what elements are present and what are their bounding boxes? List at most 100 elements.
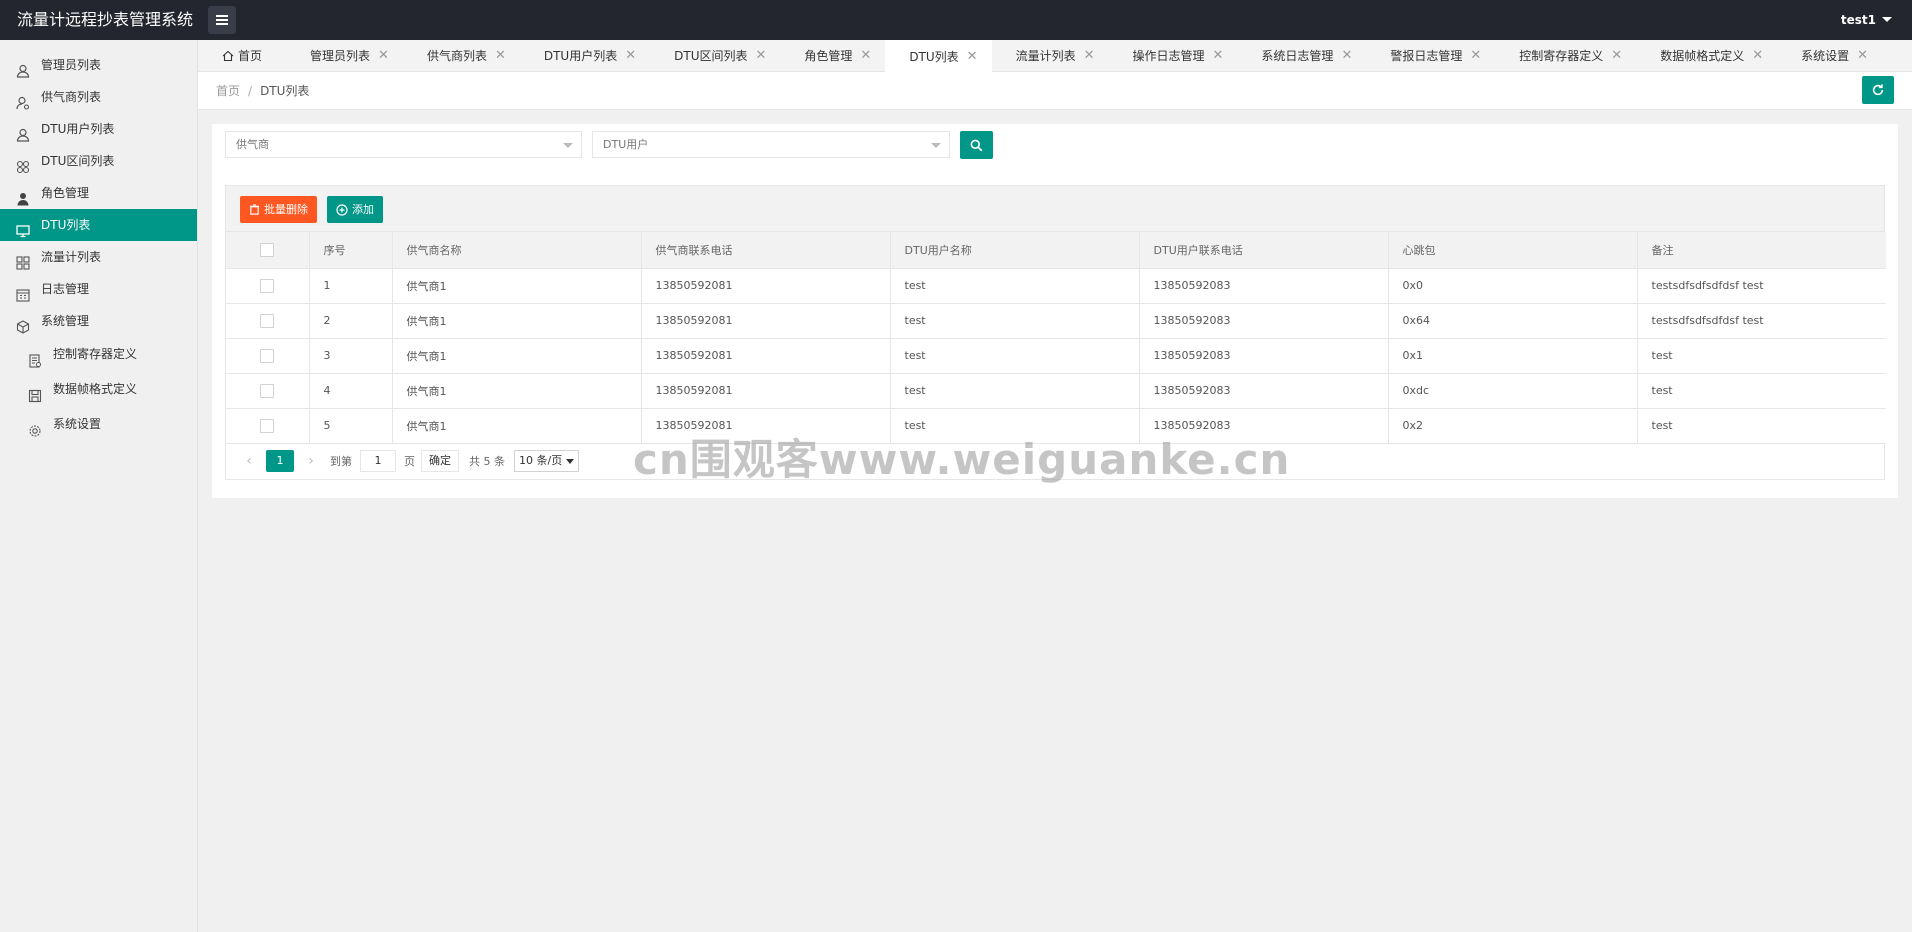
close-icon[interactable]: ✕ [967, 41, 978, 73]
row-checkbox[interactable] [260, 313, 275, 328]
close-icon[interactable]: ✕ [1470, 40, 1481, 72]
goto-page-input[interactable]: 1 [360, 450, 396, 472]
tab-label: 管理员列表 [310, 49, 371, 63]
user-menu[interactable]: test1 [1841, 0, 1892, 40]
refresh-button[interactable] [1862, 76, 1894, 104]
row-checkbox[interactable] [260, 278, 275, 293]
breadcrumb: 首页 / DTU列表 [216, 72, 309, 110]
batch-delete-button[interactable]: 批量删除 [240, 196, 317, 223]
sidebar-item-4[interactable]: 角色管理 [0, 177, 197, 209]
tab-1[interactable]: 管理员列表 ✕ [286, 40, 403, 72]
sidebar-item-11[interactable]: 系统设置 [0, 407, 197, 442]
sidebar-item-1[interactable]: 供气商列表 [0, 81, 197, 113]
table-row[interactable]: 4 供气商1 13850592081 test 13850592083 0xdc test [226, 373, 1886, 409]
row-checkbox[interactable] [260, 418, 275, 433]
sidebar-item-5[interactable]: DTU列表 [0, 209, 197, 241]
table-row[interactable]: 2 供气商1 13850592081 test 13850592083 0x64 tests… [226, 303, 1886, 339]
sidebar-item-10[interactable]: 数据帧格式定义 [0, 372, 197, 407]
table-cell: test [890, 338, 1140, 374]
close-icon[interactable]: ✕ [625, 40, 636, 72]
menu-toggle-button[interactable] [208, 6, 236, 34]
table-cell: 2 [309, 303, 393, 339]
table-cell: test [890, 268, 1140, 304]
sidebar-item-label: 流量计列表 [41, 250, 102, 264]
chevron-down-icon [563, 143, 573, 148]
tab-12[interactable]: 数据帧格式定义 ✕ [1636, 40, 1777, 72]
supplier-select[interactable]: 供气商 [225, 131, 582, 158]
table-cell: 0x2 [1388, 408, 1638, 444]
sidebar-item-2[interactable]: DTU用户列表 [0, 113, 197, 145]
tab-7[interactable]: 流量计列表 ✕ [992, 40, 1109, 72]
per-page-select[interactable]: 10 条/页 [514, 450, 580, 472]
sidebar-item-label: DTU用户列表 [41, 122, 115, 136]
tab-2[interactable]: 供气商列表 ✕ [403, 40, 520, 72]
add-label: 添加 [352, 203, 374, 216]
tab-8[interactable]: 操作日志管理 ✕ [1109, 40, 1238, 72]
table-row[interactable]: 1 供气商1 13850592081 test 13850592083 0x0 testsd… [226, 268, 1886, 304]
sidebar-item-3[interactable]: DTU区间列表 [0, 145, 197, 177]
table-cell: 13850592081 [641, 338, 891, 374]
batch-delete-label: 批量删除 [264, 203, 308, 216]
column-header: 供气商名称 [392, 232, 642, 269]
tab-3[interactable]: DTU用户列表 ✕ [520, 40, 650, 72]
top-header: 流量计远程抄表管理系统 test1 [0, 0, 1912, 40]
tab-home[interactable]: 首页 [198, 40, 286, 72]
tab-4[interactable]: DTU区间列表 ✕ [650, 40, 780, 72]
table-cell: 13850592081 [641, 268, 891, 304]
close-icon[interactable]: ✕ [1611, 40, 1622, 72]
close-icon[interactable]: ✕ [1752, 40, 1763, 72]
close-icon[interactable]: ✕ [860, 40, 871, 72]
table-cell: 供气商1 [392, 373, 642, 409]
hamburger-icon [216, 19, 228, 21]
column-header: DTU用户名称 [890, 232, 1140, 269]
add-button[interactable]: 添加 [327, 196, 383, 223]
sidebar-item-8[interactable]: 系统管理 [0, 305, 197, 337]
chevron-down-icon [931, 143, 941, 148]
row-select-cell [226, 338, 310, 374]
sidebar-item-0[interactable]: 管理员列表 [0, 49, 197, 81]
search-icon [970, 139, 983, 151]
column-header: 备注 [1637, 232, 1886, 269]
apps-icon [16, 250, 30, 270]
tab-13[interactable]: 系统设置 ✕ [1777, 40, 1882, 72]
tab-5[interactable]: 角色管理 ✕ [780, 40, 885, 72]
tab-6[interactable]: DTU列表 ✕ [885, 40, 992, 73]
close-icon[interactable]: ✕ [755, 40, 766, 72]
select-all-checkbox[interactable] [260, 242, 275, 257]
close-icon[interactable]: ✕ [1341, 40, 1352, 72]
goto-label: 到第 [330, 455, 352, 468]
table-cell: 4 [309, 373, 393, 409]
close-icon[interactable]: ✕ [1213, 40, 1224, 72]
row-select-cell [226, 303, 310, 339]
sidebar-item-6[interactable]: 流量计列表 [0, 241, 197, 273]
table-row[interactable]: 3 供气商1 13850592081 test 13850592083 0x1 test [226, 338, 1886, 374]
table-cell: test [1637, 408, 1886, 444]
close-icon[interactable]: ✕ [495, 40, 506, 72]
prev-page-button[interactable]: ‹ [238, 453, 260, 469]
tab-10[interactable]: 警报日志管理 ✕ [1366, 40, 1495, 72]
row-checkbox[interactable] [260, 383, 275, 398]
page-1-button[interactable]: 1 [266, 450, 294, 472]
goto-confirm-button[interactable]: 确定 [421, 450, 459, 472]
tab-11[interactable]: 控制寄存器定义 ✕ [1495, 40, 1636, 72]
breadcrumb-home[interactable]: 首页 [216, 84, 240, 98]
table-cell: test [1637, 373, 1886, 409]
close-icon[interactable]: ✕ [1857, 40, 1868, 72]
sidebar-item-9[interactable]: 控制寄存器定义 [0, 337, 197, 372]
save-icon [28, 382, 42, 403]
app-title: 流量计远程抄表管理系统 [17, 10, 194, 29]
close-icon[interactable]: ✕ [378, 40, 389, 72]
next-page-button[interactable]: › [300, 453, 322, 469]
sidebar-item-7[interactable]: 日志管理 [0, 273, 197, 305]
tab-9[interactable]: 系统日志管理 ✕ [1237, 40, 1366, 72]
home-icon [222, 50, 234, 62]
dtu-user-select[interactable]: DTU用户 [592, 131, 950, 158]
page-unit-label: 页 [404, 455, 415, 468]
tab-label: 系统日志管理 [1261, 49, 1334, 63]
table-cell: testsdfsdfsdfdsf test [1637, 303, 1886, 339]
table-cell: 13850592083 [1139, 373, 1389, 409]
column-header: DTU用户联系电话 [1139, 232, 1389, 269]
search-button[interactable] [960, 131, 993, 159]
close-icon[interactable]: ✕ [1084, 40, 1095, 72]
row-checkbox[interactable] [260, 348, 275, 363]
